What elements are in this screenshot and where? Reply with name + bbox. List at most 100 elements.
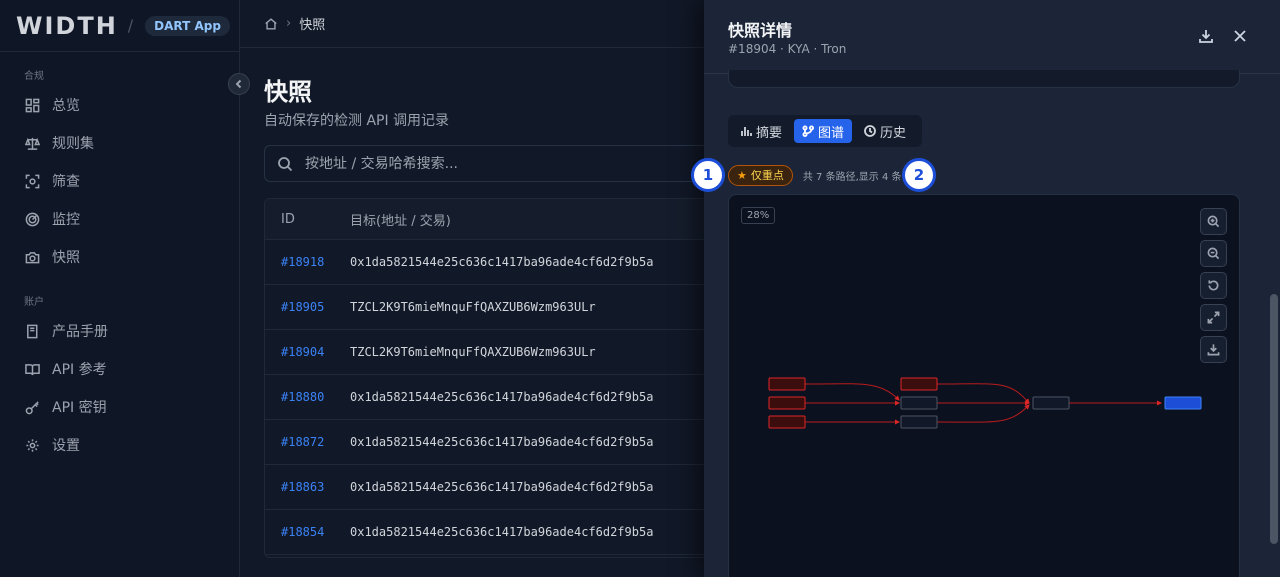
snapshot-target: TZCL2K9T6mieMnquFfQAXZUB6Wzm963ULr <box>350 345 596 359</box>
sidebar-item-api-reference[interactable]: API 参考 <box>0 350 239 388</box>
breadcrumb-current: 快照 <box>299 18 326 33</box>
snapshot-target: 0x1da5821544e25c636c1417ba96ade4cf6d2f9b… <box>350 255 654 269</box>
key-only-label: 仅重点 <box>750 169 784 182</box>
close-icon <box>1234 30 1246 42</box>
sidebar-item-api-keys[interactable]: API 密钥 <box>0 388 239 426</box>
snapshot-id-link[interactable]: #18854 <box>265 525 350 539</box>
key-only-toggle[interactable]: ★ 仅重点 <box>728 164 793 186</box>
graph-node[interactable] <box>1032 396 1070 410</box>
zoom-in-button[interactable] <box>1200 208 1227 235</box>
snapshot-id-link[interactable]: #18880 <box>265 390 350 404</box>
sidebar-item-label: API 参考 <box>52 362 107 378</box>
sidebar-item-label: 快照 <box>52 250 80 266</box>
gear-icon <box>24 437 40 453</box>
table-row[interactable]: #18880 0x1da5821544e25c636c1417ba96ade4cf… <box>265 375 733 420</box>
table-row[interactable]: #18918 0x1da5821544e25c636c1417ba96ade4cf… <box>265 240 733 285</box>
graph-node[interactable] <box>900 396 938 410</box>
export-graph-button[interactable] <box>1200 336 1227 363</box>
tab-summary[interactable]: 摘要 <box>732 119 790 143</box>
section-label-compliance: 合规 <box>24 71 44 82</box>
reset-view-button[interactable] <box>1200 272 1227 299</box>
page-subtitle: 自动保存的检测 API 调用记录 <box>264 113 450 129</box>
drawer-scrollbar-thumb[interactable] <box>1270 294 1278 544</box>
search-icon <box>278 156 293 171</box>
sidebar-item-monitoring[interactable]: 监控 <box>0 200 239 238</box>
fullscreen-button[interactable] <box>1200 304 1227 331</box>
sidebar: WIDTH / DART App 合规 总览 规则集 筛查 监控 快照 账户 产… <box>0 0 240 577</box>
search-box[interactable] <box>264 145 724 182</box>
graph-edge <box>804 383 900 401</box>
sidebar-item-label: 筛查 <box>52 174 80 190</box>
search-input[interactable] <box>305 155 685 172</box>
table-body: #18918 0x1da5821544e25c636c1417ba96ade4cf… <box>265 240 733 555</box>
snapshot-id-link[interactable]: #18918 <box>265 255 350 269</box>
sidebar-item-label: 规则集 <box>52 136 94 152</box>
graph-node[interactable] <box>900 415 938 429</box>
breadcrumb-separator: › <box>286 16 292 31</box>
table-row[interactable]: #18854 0x1da5821544e25c636c1417ba96ade4cf… <box>265 510 733 555</box>
snapshot-id-link[interactable]: #18905 <box>265 300 350 314</box>
snapshot-id-link[interactable]: #18904 <box>265 345 350 359</box>
zoom-level: 28% <box>741 207 776 224</box>
graph-edge <box>936 404 1030 423</box>
scale-icon <box>24 135 40 151</box>
tab-graph[interactable]: 图谱 <box>794 119 853 143</box>
tab-history[interactable]: 历史 <box>856 119 914 143</box>
app-badge[interactable]: DART App <box>145 15 230 36</box>
logo-row: WIDTH / DART App <box>0 0 239 52</box>
download-icon <box>1207 344 1220 356</box>
snapshot-detail-drawer: 快照详情 #18904 · KYA · Tron 摘要 图谱 历史 ★ 仅重点 … <box>704 0 1280 577</box>
radar-icon <box>24 211 40 227</box>
zoom-out-icon <box>1207 247 1220 260</box>
snapshot-id-link[interactable]: #18863 <box>265 480 350 494</box>
sidebar-item-screening[interactable]: 筛查 <box>0 162 239 200</box>
close-button[interactable] <box>1230 26 1250 46</box>
home-icon[interactable] <box>264 17 278 31</box>
annotation-marker-2: 2 <box>902 158 936 192</box>
graph-filter-row: ★ 仅重点 共 7 条路径,显示 4 条 <box>728 164 902 186</box>
graph-edge <box>936 383 1030 404</box>
snapshot-target: 0x1da5821544e25c636c1417ba96ade4cf6d2f9b… <box>350 435 654 449</box>
graph-node[interactable] <box>768 396 806 410</box>
sidebar-item-rulesets[interactable]: 规则集 <box>0 124 239 162</box>
sidebar-item-label: 设置 <box>52 438 80 454</box>
table-row[interactable]: #18905 TZCL2K9T6mieMnquFfQAXZUB6Wzm963ULr <box>265 285 733 330</box>
column-header-id[interactable]: ID <box>265 212 350 227</box>
paths-count: 共 7 条路径,显示 4 条 <box>802 171 902 183</box>
zoom-in-icon <box>1207 215 1220 228</box>
detail-tabs: 摘要 图谱 历史 <box>728 115 923 147</box>
drawer-title: 快照详情 <box>728 21 793 40</box>
download-button[interactable] <box>1196 26 1216 46</box>
reset-icon <box>1208 280 1219 291</box>
sidebar-item-snapshots[interactable]: 快照 <box>0 238 239 276</box>
drawer-header: 快照详情 #18904 · KYA · Tron <box>704 0 1280 74</box>
graph-node[interactable] <box>900 377 938 391</box>
key-icon <box>24 399 40 415</box>
table-header: ID 目标(地址 / 交易) <box>265 199 733 240</box>
book-icon <box>24 323 40 339</box>
open-book-icon <box>24 361 40 377</box>
dashboard-icon <box>24 97 40 113</box>
sidebar-collapse-button[interactable] <box>228 73 250 95</box>
graph-node[interactable] <box>768 377 806 391</box>
snapshot-id-link[interactable]: #18872 <box>265 435 350 449</box>
table-row[interactable]: #18863 0x1da5821544e25c636c1417ba96ade4cf… <box>265 465 733 510</box>
camera-icon <box>24 249 40 265</box>
graph-node-target[interactable] <box>1164 396 1202 410</box>
sidebar-item-manual[interactable]: 产品手册 <box>0 312 239 350</box>
table-row[interactable]: #18872 0x1da5821544e25c636c1417ba96ade4cf… <box>265 420 733 465</box>
graph-edges <box>804 383 1162 425</box>
bar-chart-icon <box>741 127 752 136</box>
snapshot-target: 0x1da5821544e25c636c1417ba96ade4cf6d2f9b… <box>350 480 654 494</box>
zoom-out-button[interactable] <box>1200 240 1227 267</box>
logo[interactable]: WIDTH <box>16 12 118 40</box>
clock-icon <box>864 125 876 137</box>
column-header-target[interactable]: 目标(地址 / 交易) <box>350 210 451 229</box>
fund-flow-graph <box>768 377 1202 429</box>
sidebar-item-settings[interactable]: 设置 <box>0 426 239 464</box>
graph-canvas[interactable]: 28% <box>728 194 1240 577</box>
sidebar-item-overview[interactable]: 总览 <box>0 86 239 124</box>
page-title: 快照 <box>264 78 312 106</box>
graph-node[interactable] <box>768 415 806 429</box>
table-row[interactable]: #18904 TZCL2K9T6mieMnquFfQAXZUB6Wzm963ULr <box>265 330 733 375</box>
